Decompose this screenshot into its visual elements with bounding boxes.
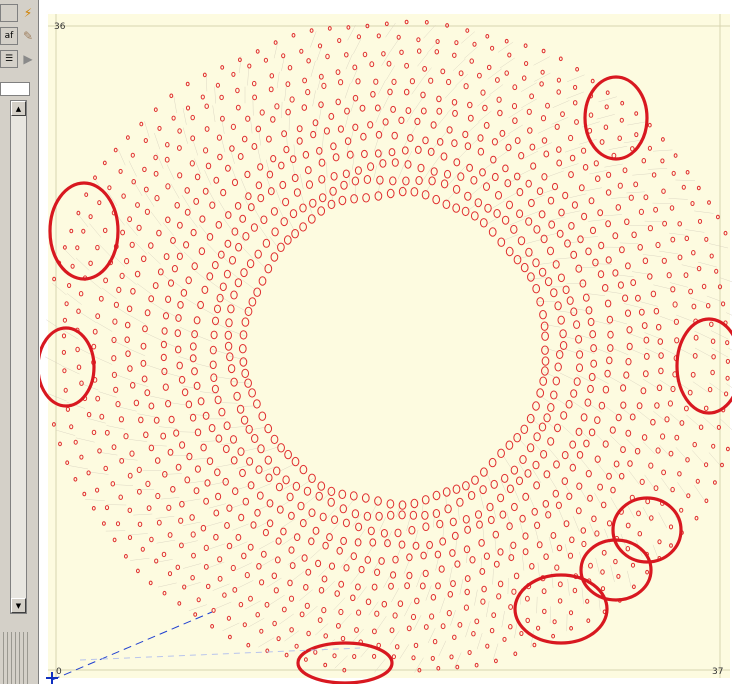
eraser-icon[interactable]: ✎: [20, 27, 36, 45]
arrow-up-icon[interactable]: ▲: [11, 101, 26, 116]
vertical-scrollbar[interactable]: ▲ ▼: [10, 100, 27, 614]
label-bottom-left: 0: [56, 667, 62, 677]
toolbar-button-1[interactable]: [0, 4, 18, 22]
label-bottom-right: 37: [712, 667, 723, 677]
toolbar-button-label: af: [5, 31, 14, 41]
plot-canvas[interactable]: 36 0 37: [40, 0, 732, 684]
side-panel: ⚡ af ✎ ☰ ▶ ▲ ▼: [0, 0, 39, 684]
lightning-icon[interactable]: ⚡: [20, 4, 36, 22]
label-top-left: 36: [54, 22, 65, 32]
toolbar-button-2[interactable]: af: [0, 27, 18, 45]
text-input[interactable]: [0, 82, 30, 96]
arrow-down-icon[interactable]: ▼: [11, 598, 26, 613]
resize-grip[interactable]: [0, 632, 30, 684]
play-icon[interactable]: ▶: [20, 50, 36, 68]
plot-svg: [40, 0, 732, 684]
canvas-background: [48, 14, 730, 678]
toolbar-button-3[interactable]: ☰: [0, 50, 18, 68]
